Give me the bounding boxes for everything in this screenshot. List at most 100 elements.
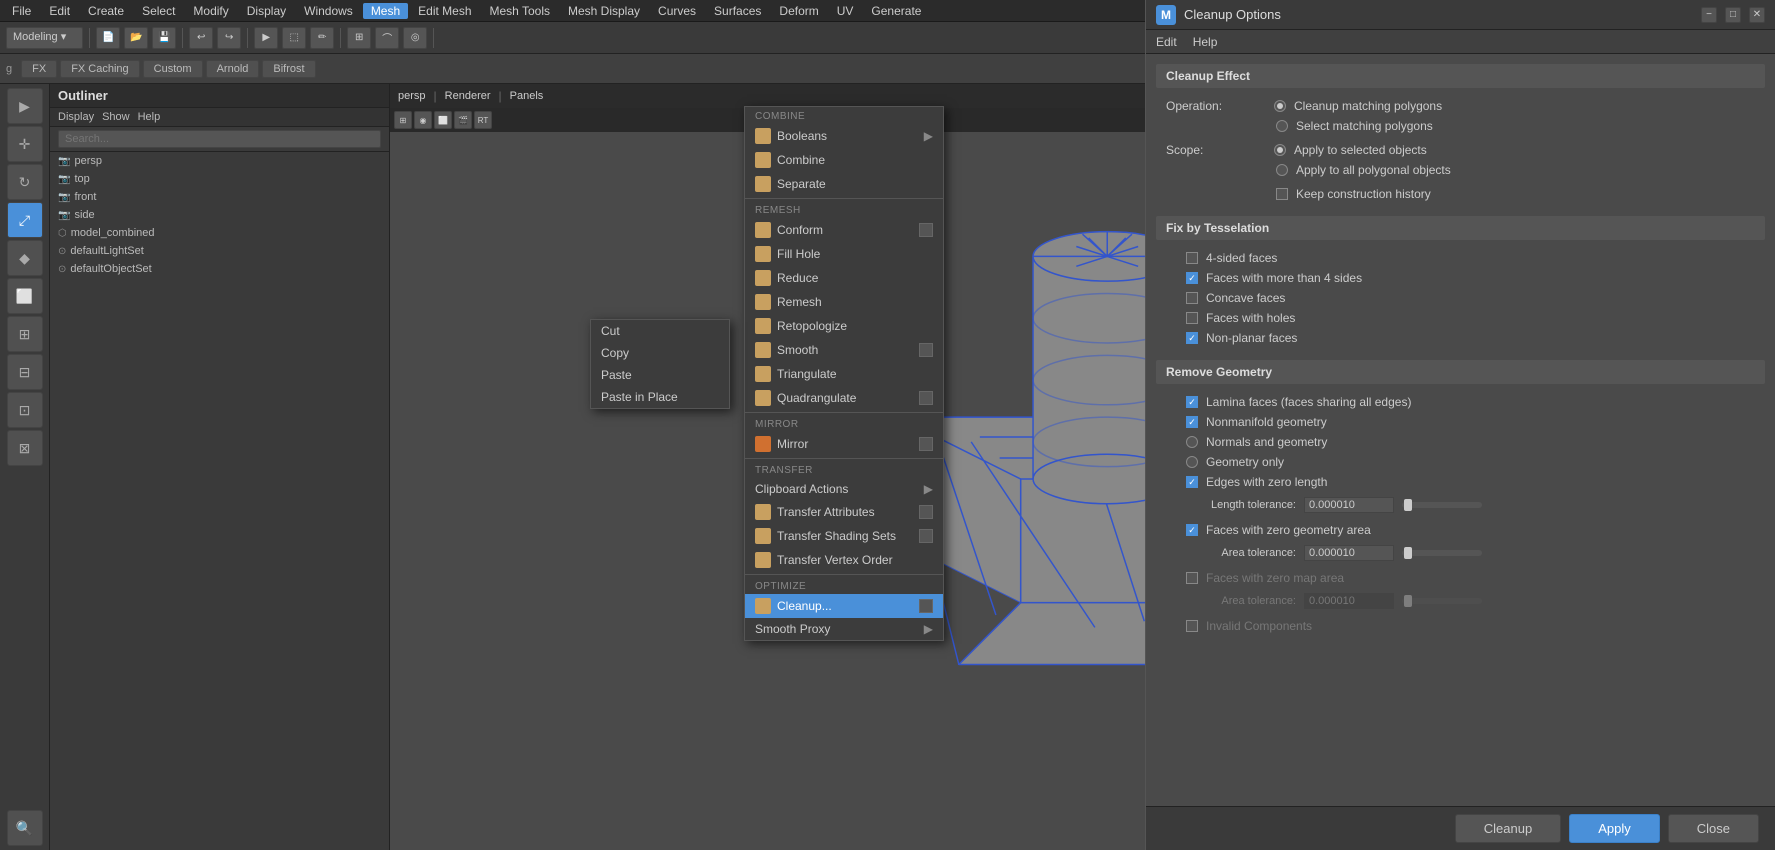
tool-anim[interactable]: ⊡ bbox=[7, 392, 43, 428]
menu-remesh[interactable]: Remesh bbox=[745, 290, 943, 314]
clipboard-paste-in-place[interactable]: Paste in Place bbox=[591, 386, 729, 408]
menu-edit-mesh[interactable]: Edit Mesh bbox=[410, 3, 479, 19]
menu-booleans[interactable]: Booleans ▶ bbox=[745, 124, 943, 148]
toolbar-save[interactable]: 💾 bbox=[152, 27, 176, 49]
tool-scale[interactable]: ⤢ bbox=[7, 202, 43, 238]
chk-zero-length[interactable] bbox=[1186, 476, 1198, 488]
menu-conform[interactable]: Conform bbox=[745, 218, 943, 242]
chk-4sided[interactable] bbox=[1186, 252, 1198, 264]
outliner-item-front[interactable]: 📷 front bbox=[50, 188, 389, 206]
chk-holes[interactable] bbox=[1186, 312, 1198, 324]
chk-concave[interactable] bbox=[1186, 292, 1198, 304]
clipboard-paste[interactable]: Paste bbox=[591, 364, 729, 386]
menu-create[interactable]: Create bbox=[80, 3, 132, 19]
menu-fillhole[interactable]: Fill Hole bbox=[745, 242, 943, 266]
toolbar-snap-point[interactable]: ◎ bbox=[403, 27, 427, 49]
menu-mesh[interactable]: Mesh bbox=[363, 3, 408, 19]
menu-separate[interactable]: Separate bbox=[745, 172, 943, 196]
chk-morethan4[interactable] bbox=[1186, 272, 1198, 284]
outliner-item-persp[interactable]: 📷 persp bbox=[50, 152, 389, 170]
toolbar-new[interactable]: 📄 bbox=[96, 27, 120, 49]
tool-uv[interactable]: ⊟ bbox=[7, 354, 43, 390]
outliner-item-objectset[interactable]: ⊙ defaultObjectSet bbox=[50, 260, 389, 278]
menu-quadrangulate[interactable]: Quadrangulate bbox=[745, 386, 943, 410]
vp-btn-4[interactable]: 🎬 bbox=[454, 111, 472, 129]
tool-rotate[interactable]: ↻ bbox=[7, 164, 43, 200]
outliner-item-top[interactable]: 📷 top bbox=[50, 170, 389, 188]
keep-history-checkbox[interactable] bbox=[1276, 188, 1288, 200]
tool-extrude[interactable]: ⬜ bbox=[7, 278, 43, 314]
radio-apply-selected[interactable] bbox=[1274, 144, 1286, 156]
menu-combine[interactable]: Combine bbox=[745, 148, 943, 172]
menu-uv[interactable]: UV bbox=[829, 3, 862, 19]
menu-clipboard-actions[interactable]: Clipboard Actions ▶ bbox=[745, 478, 943, 500]
length-tolerance-input[interactable] bbox=[1304, 497, 1394, 513]
tool-grid[interactable]: ⊞ bbox=[7, 316, 43, 352]
menu-transfer-shading[interactable]: Transfer Shading Sets bbox=[745, 524, 943, 548]
chk-nonmanifold[interactable] bbox=[1186, 416, 1198, 428]
menu-deform[interactable]: Deform bbox=[771, 3, 826, 19]
close-dialog-button[interactable]: Close bbox=[1668, 814, 1759, 843]
tool-polygon[interactable]: ◆ bbox=[7, 240, 43, 276]
chk-invalid-components[interactable] bbox=[1186, 620, 1198, 632]
transfer-shading-checkbox[interactable] bbox=[919, 529, 933, 543]
radio-cleanup-matching[interactable] bbox=[1274, 100, 1286, 112]
radio-normals-geo[interactable] bbox=[1186, 436, 1198, 448]
cleanup-checkbox[interactable] bbox=[919, 599, 933, 613]
menu-triangulate[interactable]: Triangulate bbox=[745, 362, 943, 386]
menu-modify[interactable]: Modify bbox=[185, 3, 236, 19]
toolbar-redo[interactable]: ↪ bbox=[217, 27, 241, 49]
tool-paint[interactable]: ⊠ bbox=[7, 430, 43, 466]
outliner-menu-display[interactable]: Display bbox=[58, 111, 94, 123]
radio-geo-only[interactable] bbox=[1186, 456, 1198, 468]
search-input[interactable] bbox=[58, 130, 381, 148]
tab-fx[interactable]: FX bbox=[21, 60, 57, 78]
clipboard-copy[interactable]: Copy bbox=[591, 342, 729, 364]
menu-curves[interactable]: Curves bbox=[650, 3, 704, 19]
menu-select[interactable]: Select bbox=[134, 3, 183, 19]
menu-smooth[interactable]: Smooth bbox=[745, 338, 943, 362]
viewport-label-renderer[interactable]: Renderer bbox=[445, 90, 491, 102]
menu-display[interactable]: Display bbox=[239, 3, 294, 19]
tab-custom[interactable]: Custom bbox=[143, 60, 203, 78]
radio-apply-all[interactable] bbox=[1276, 164, 1288, 176]
vp-btn-5[interactable]: RT bbox=[474, 111, 492, 129]
toolbar-paint[interactable]: ✏ bbox=[310, 27, 334, 49]
mode-dropdown[interactable]: Modeling ▾ bbox=[6, 27, 83, 49]
area-tolerance-input[interactable] bbox=[1304, 545, 1394, 561]
menu-cleanup[interactable]: Cleanup... bbox=[745, 594, 943, 618]
menu-edit[interactable]: Edit bbox=[41, 3, 78, 19]
menu-windows[interactable]: Windows bbox=[296, 3, 361, 19]
conform-checkbox[interactable] bbox=[919, 223, 933, 237]
toolbar-undo[interactable]: ↩ bbox=[189, 27, 213, 49]
outliner-item-side[interactable]: 📷 side bbox=[50, 206, 389, 224]
tab-fx-caching[interactable]: FX Caching bbox=[60, 60, 139, 78]
quad-checkbox[interactable] bbox=[919, 391, 933, 405]
outliner-item-lightset[interactable]: ⊙ defaultLightSet bbox=[50, 242, 389, 260]
menu-generate[interactable]: Generate bbox=[863, 3, 929, 19]
chk-lamina[interactable] bbox=[1186, 396, 1198, 408]
tool-move[interactable]: ✛ bbox=[7, 126, 43, 162]
menu-mesh-display[interactable]: Mesh Display bbox=[560, 3, 648, 19]
menu-transfer-vertex[interactable]: Transfer Vertex Order bbox=[745, 548, 943, 572]
outliner-item-model[interactable]: ⬡ model_combined bbox=[50, 224, 389, 242]
viewport-label-persp[interactable]: persp bbox=[398, 90, 426, 102]
menu-mirror[interactable]: Mirror bbox=[745, 432, 943, 456]
chk-zero-area[interactable] bbox=[1186, 524, 1198, 536]
transfer-attr-checkbox[interactable] bbox=[919, 505, 933, 519]
toolbar-snap-grid[interactable]: ⊞ bbox=[347, 27, 371, 49]
toolbar-select[interactable]: ▶ bbox=[254, 27, 278, 49]
menu-retopologize[interactable]: Retopologize bbox=[745, 314, 943, 338]
apply-button[interactable]: Apply bbox=[1569, 814, 1660, 843]
menu-reduce[interactable]: Reduce bbox=[745, 266, 943, 290]
outliner-menu-help[interactable]: Help bbox=[138, 111, 161, 123]
vp-btn-3[interactable]: ⬜ bbox=[434, 111, 452, 129]
tool-search[interactable]: 🔍 bbox=[7, 810, 43, 846]
radio-select-matching[interactable] bbox=[1276, 120, 1288, 132]
menu-surfaces[interactable]: Surfaces bbox=[706, 3, 769, 19]
mirror-checkbox[interactable] bbox=[919, 437, 933, 451]
viewport-label-panels[interactable]: Panels bbox=[510, 90, 544, 102]
vp-btn-2[interactable]: ◉ bbox=[414, 111, 432, 129]
menu-file[interactable]: File bbox=[4, 3, 39, 19]
chk-nonplanar[interactable] bbox=[1186, 332, 1198, 344]
